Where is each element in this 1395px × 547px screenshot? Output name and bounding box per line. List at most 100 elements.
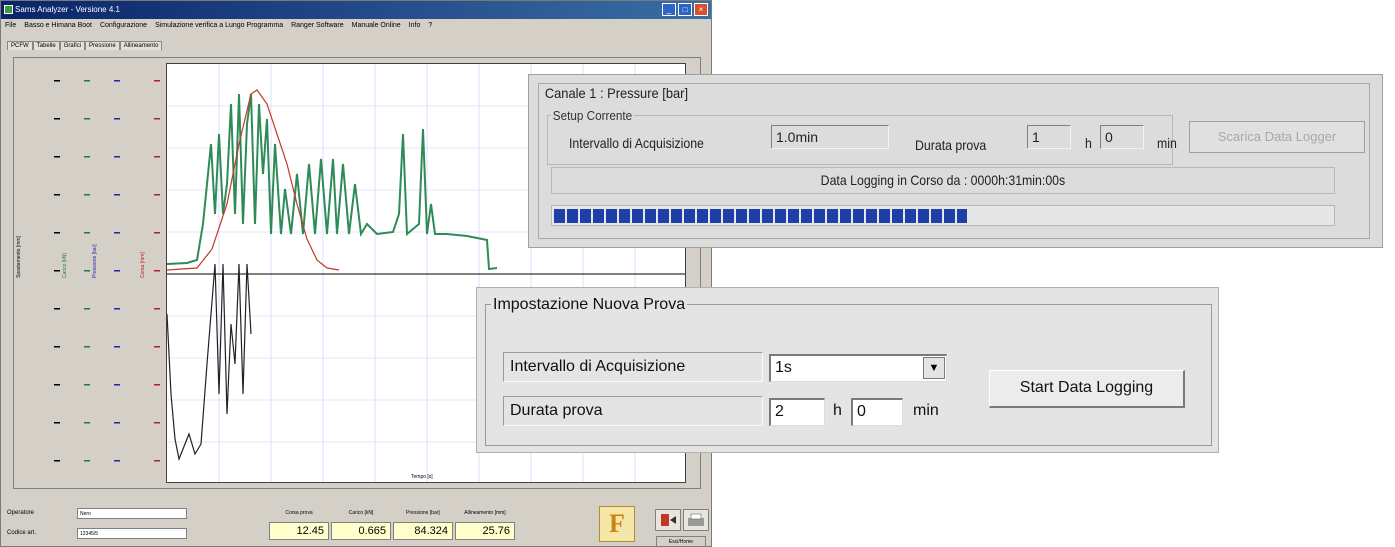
menu-item[interactable]: Configurazione [100,19,147,33]
axis-tick-mark [54,232,60,234]
tab[interactable]: Tabelle [32,41,60,50]
print-icon-button[interactable] [683,509,709,531]
readout-label: Pressione [bar] [406,510,440,516]
readout-label: Allineamento [mm] [464,510,506,516]
axis-tick-mark [114,118,120,120]
minutes-value: 0 [1100,125,1144,149]
new-duration-label: Durata prova [503,396,763,426]
axis-tick-mark [154,232,160,234]
axis-tick-mark [154,384,160,386]
menu-item[interactable]: File [5,19,16,33]
axis-tick-mark [154,346,160,348]
black-trace [167,263,252,462]
code-field[interactable]: 12345/5 [77,528,187,539]
axis-tick-mark [54,346,60,348]
menu-item[interactable]: Manuale Online [352,19,401,33]
hours-unit: h [1085,135,1092,151]
chevron-down-icon[interactable]: ▼ [923,357,945,379]
axis-tick-mark [114,308,120,310]
close-button[interactable]: × [694,3,708,16]
interval-label: Intervallo di Acquisizione [569,135,704,151]
minutes-unit: min [1157,135,1177,151]
readout-value: 12.45 [269,522,329,540]
axis-tick-mark [54,194,60,196]
tab[interactable]: Grafici [59,41,86,50]
current-setup-title: Setup Corrente [551,108,634,123]
new-test-title: Impostazione Nuova Prova [491,296,688,314]
brand-logo-icon: F [599,506,635,542]
logging-status-text: Data Logging in Corso da : 0000h:31min:0… [820,172,1066,188]
menu-item[interactable]: Info [409,19,421,33]
code-label: Codice art. [7,530,37,536]
axis-tick-mark [114,422,120,424]
logger-status-panel: Canale 1 : Pressure [bar] Setup Corrente… [528,74,1383,248]
download-logger-button[interactable]: Scarica Data Logger [1189,121,1365,153]
window-title: Sams Analyzer - Versione 4.1 [15,5,120,14]
axis-tick-mark [154,80,160,82]
axis-tick-mark [154,270,160,272]
minutes-input[interactable]: 0 [851,398,903,426]
minimize-button[interactable]: _ [662,3,676,16]
operator-field[interactable]: Nero [77,508,187,519]
axis-tick-mark [154,460,160,462]
duration-label: Durata prova [915,137,987,153]
axis-tick-mark [84,118,90,120]
axis-tick-mark [84,346,90,348]
axis-tick-mark [114,80,120,82]
hours-value: 1 [1027,125,1071,149]
exit-home-button[interactable]: Esci/Home [656,536,706,546]
axis-tick-mark [114,194,120,196]
axis-tick-mark [54,460,60,462]
axis-tick-mark [154,308,160,310]
tab[interactable]: Allineamento [119,41,163,50]
axis-tick-mark [84,80,90,82]
logging-progress [551,205,1335,226]
tab[interactable]: PCFW [7,41,33,50]
axis-tick-mark [114,156,120,158]
axis-tick-mark [54,308,60,310]
x-axis-label: Tempo [s] [411,474,433,480]
axis-columns: Spostamento [mm] Carico [kN] Pressione [… [16,80,160,462]
axis-tick-mark [114,384,120,386]
menu-item[interactable]: Ranger Software [291,19,344,33]
channel-group-title: Canale 1 : Pressure [bar] [543,85,690,101]
exit-icon-button[interactable] [655,509,681,531]
readout-value: 84.324 [393,522,453,540]
start-data-logging-button[interactable]: Start Data Logging [989,370,1185,408]
menubar: File Basso e Himana Boot Configurazione … [1,19,711,33]
menu-item[interactable]: Simulazione verifica a Lungo Programma [155,19,283,33]
axis-tick-mark [54,156,60,158]
axis-name-pressure: Pressione [bar] [92,244,98,278]
view-tabs: PCFW Tabelle Grafici Pressione Allineame… [7,41,163,50]
hours-input[interactable]: 2 [769,398,825,426]
axis-tick-mark [84,460,90,462]
axis-tick-mark [84,270,90,272]
door-exit-icon [661,514,676,526]
readout-value: 25.76 [455,522,515,540]
axis-tick-mark [54,270,60,272]
axis-tick-mark [154,118,160,120]
axis-tick-mark [54,118,60,120]
axis-tick-mark [84,422,90,424]
operator-label: Operatore [7,510,35,516]
tab[interactable]: Pressione [85,41,120,50]
axis-tick-mark [114,460,120,462]
axis-tick-mark [84,194,90,196]
readout-label: Carico [kN] [348,510,374,516]
axis-tick-mark [154,156,160,158]
axis-tick-mark [54,422,60,424]
menu-item[interactable]: Basso e Himana Boot [24,19,92,33]
axis-tick-mark [84,232,90,234]
axis-tick-mark [114,232,120,234]
interval-select[interactable]: 1s ▼ [769,354,947,382]
axis-tick-mark [154,422,160,424]
minutes-unit-label: min [913,402,939,419]
progress-fill [554,209,967,223]
maximize-button[interactable]: □ [678,3,692,16]
axis-tick-mark [154,194,160,196]
printer-icon [688,513,704,526]
axis-tick-mark [84,384,90,386]
menu-item[interactable]: ? [428,19,432,33]
green-trace [167,93,498,271]
axis-name-load: Carico [kN] [62,253,68,278]
